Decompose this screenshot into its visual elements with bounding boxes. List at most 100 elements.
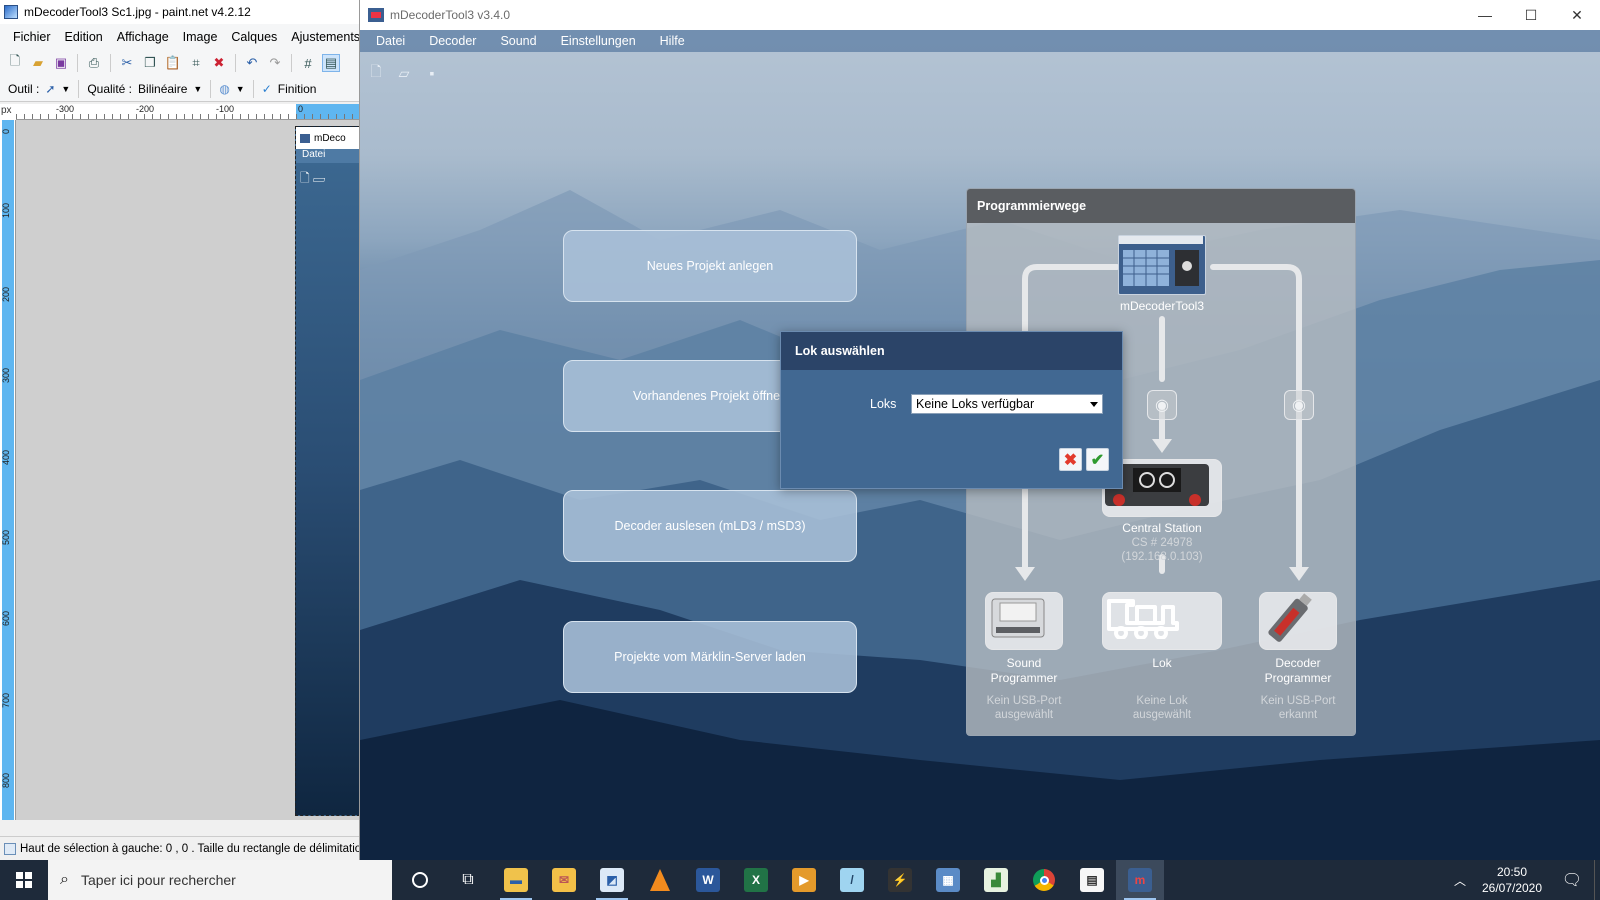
lok-node[interactable] bbox=[1102, 592, 1222, 650]
undo-icon[interactable]: ↶ bbox=[243, 54, 261, 72]
locomotive-icon bbox=[1107, 599, 1179, 639]
menu-einstellungen[interactable]: Einstellungen bbox=[553, 34, 652, 48]
tool-dropdown-icon[interactable]: ▼ bbox=[61, 84, 70, 94]
ruler-tick: 300 bbox=[1, 367, 11, 383]
chrome-icon[interactable] bbox=[1020, 860, 1068, 900]
decoder-programmer-node[interactable] bbox=[1259, 592, 1337, 650]
word-icon[interactable]: W bbox=[684, 860, 732, 900]
menu-fichier[interactable]: Fichier bbox=[6, 30, 58, 44]
blend-dropdown-icon[interactable]: ▼ bbox=[236, 84, 245, 94]
taskbar-search[interactable]: ⌕ Taper ici pour rechercher bbox=[48, 860, 392, 900]
decoder-programmer-label-1: Decoder bbox=[1275, 656, 1321, 670]
sound-programmer-status-1: Kein USB-Port bbox=[986, 695, 1062, 707]
cortana-icon[interactable] bbox=[396, 860, 444, 900]
horizontal-ruler: -300 -200 -100 0 bbox=[16, 104, 359, 120]
mdecodertool-taskbar-icon[interactable]: m bbox=[1116, 860, 1164, 900]
new-project-icon[interactable]: 🗋 bbox=[366, 63, 386, 82]
copy-icon[interactable]: ❐ bbox=[141, 54, 159, 72]
sound-programmer-node[interactable] bbox=[985, 592, 1063, 650]
loks-select[interactable]: Keine Loks verfügbar bbox=[911, 394, 1103, 414]
quality-select[interactable]: Bilinéaire bbox=[138, 82, 187, 96]
close-button[interactable]: ✕ bbox=[1554, 0, 1600, 30]
ruler-tick: 400 bbox=[1, 449, 11, 465]
train-app-icon[interactable]: ⚡ bbox=[876, 860, 924, 900]
crop-icon[interactable]: ⌗ bbox=[187, 54, 205, 72]
print-icon[interactable]: ⎙ bbox=[85, 54, 103, 72]
minimize-button[interactable]: — bbox=[1462, 0, 1508, 30]
maximize-button[interactable]: ☐ bbox=[1508, 0, 1554, 30]
ruler-tick: 800 bbox=[1, 772, 11, 788]
loks-select-value: Keine Loks verfügbar bbox=[916, 397, 1035, 411]
quality-dropdown-icon[interactable]: ▼ bbox=[193, 84, 202, 94]
show-desktop-button[interactable] bbox=[1594, 860, 1600, 900]
paintnet-titlebar: mDecoderTool3 Sc1.jpg - paint.net v4.2.1… bbox=[0, 0, 359, 24]
vertical-ruler: 0 100 200 300 400 500 600 700 800 bbox=[0, 120, 16, 820]
deselect-icon[interactable]: ✖ bbox=[210, 54, 228, 72]
notepad-icon[interactable]: / bbox=[828, 860, 876, 900]
menu-sound[interactable]: Sound bbox=[492, 34, 552, 48]
panel-title: Programmierwege bbox=[967, 189, 1355, 223]
eye-icon[interactable]: ◉ bbox=[1284, 390, 1314, 420]
clock[interactable]: 20:50 26/07/2020 bbox=[1474, 864, 1550, 896]
usb-stick-icon bbox=[1268, 593, 1312, 642]
file-explorer-icon[interactable]: ▬ bbox=[492, 860, 540, 900]
menu-edition[interactable]: Edition bbox=[58, 30, 110, 44]
open-folder-icon[interactable]: ▰ bbox=[29, 54, 47, 72]
mdecodertool-app-icon bbox=[368, 8, 384, 22]
notification-icon[interactable]: 🗨 bbox=[1550, 860, 1594, 900]
chart-app-icon[interactable]: ▟ bbox=[972, 860, 1020, 900]
central-station-label: Central Station bbox=[1122, 521, 1202, 535]
menu-affichage[interactable]: Affichage bbox=[110, 30, 176, 44]
redo-icon[interactable]: ↷ bbox=[266, 54, 284, 72]
central-station-ip: (192.168.0.103) bbox=[1121, 551, 1203, 563]
eye-icon[interactable]: ◉ bbox=[1147, 390, 1177, 420]
ruler-tick: 500 bbox=[1, 529, 11, 545]
finish-button[interactable]: Finition bbox=[278, 82, 317, 96]
cancel-button[interactable]: ✖ bbox=[1059, 448, 1082, 471]
lok-label: Lok bbox=[1152, 656, 1172, 670]
canvas-image[interactable]: mDeco Datei 🗋 ▱ bbox=[295, 126, 359, 816]
menu-hilfe[interactable]: Hilfe bbox=[652, 34, 701, 48]
new-file-icon[interactable]: 🗋 bbox=[6, 53, 24, 72]
ruler-icon[interactable]: ▤ bbox=[322, 54, 340, 72]
chevron-up-icon[interactable]: ︿ bbox=[1446, 872, 1474, 889]
clock-time: 20:50 bbox=[1496, 865, 1528, 879]
mail-folder-icon[interactable]: ✉ bbox=[540, 860, 588, 900]
lok-select-dialog: Lok auswählen Loks Keine Loks verfügbar … bbox=[780, 331, 1123, 489]
confirm-button[interactable]: ✔ bbox=[1086, 448, 1109, 471]
vlc-icon[interactable] bbox=[636, 860, 684, 900]
excel-icon[interactable]: X bbox=[732, 860, 780, 900]
document-app-icon[interactable]: ▤ bbox=[1068, 860, 1116, 900]
read-decoder-button[interactable]: Decoder auslesen (mLD3 / mSD3) bbox=[563, 490, 857, 562]
media-player-icon[interactable]: ▶ bbox=[780, 860, 828, 900]
task-view-icon[interactable]: ⧉ bbox=[444, 860, 492, 900]
sound-programmer-icon bbox=[991, 598, 1045, 638]
blend-mode-icon[interactable]: ◍ bbox=[219, 82, 229, 96]
menu-calques[interactable]: Calques bbox=[224, 30, 284, 44]
paintnet-toolbar: 🗋 ▰ ▣ ⎙ ✂ ❐ 📋 ⌗ ✖ ↶ ↷ # ▤ bbox=[0, 50, 359, 76]
move-tool-icon[interactable]: ➚ bbox=[45, 82, 55, 96]
menu-datei[interactable]: Datei bbox=[368, 34, 421, 48]
save-icon[interactable]: ▣ bbox=[52, 54, 70, 72]
menu-decoder[interactable]: Decoder bbox=[421, 34, 492, 48]
start-button[interactable] bbox=[0, 860, 48, 900]
status-text: Haut de sélection à gauche: 0 , 0 . Tail… bbox=[20, 842, 360, 855]
calculator-icon[interactable]: ▦ bbox=[924, 860, 972, 900]
finish-check-icon[interactable]: ✓ bbox=[262, 82, 272, 96]
save-project-icon[interactable]: ▪ bbox=[422, 64, 442, 82]
paintnet-canvas-area[interactable]: mDeco Datei 🗋 ▱ bbox=[16, 120, 359, 820]
paste-icon[interactable]: 📋 bbox=[164, 54, 182, 72]
cut-icon[interactable]: ✂ bbox=[118, 54, 136, 72]
load-server-projects-button[interactable]: Projekte vom Märklin-Server laden bbox=[563, 621, 857, 693]
grid-icon[interactable]: # bbox=[299, 54, 317, 72]
paintnet-taskbar-icon[interactable]: ◩ bbox=[588, 860, 636, 900]
new-project-button[interactable]: Neues Projekt anlegen bbox=[563, 230, 857, 302]
windows-logo-icon bbox=[16, 872, 32, 888]
open-project-icon[interactable]: ▱ bbox=[394, 64, 414, 82]
menu-ajustements[interactable]: Ajustements bbox=[284, 30, 359, 44]
mdecodertool-titlebar: mDecoderTool3 v3.4.0 — ☐ ✕ bbox=[360, 0, 1600, 30]
ruler-tick: 0 bbox=[1, 128, 11, 134]
sound-programmer-label-2: Programmer bbox=[990, 671, 1058, 685]
ruler-tick: -300 bbox=[56, 104, 75, 114]
menu-image[interactable]: Image bbox=[176, 30, 225, 44]
